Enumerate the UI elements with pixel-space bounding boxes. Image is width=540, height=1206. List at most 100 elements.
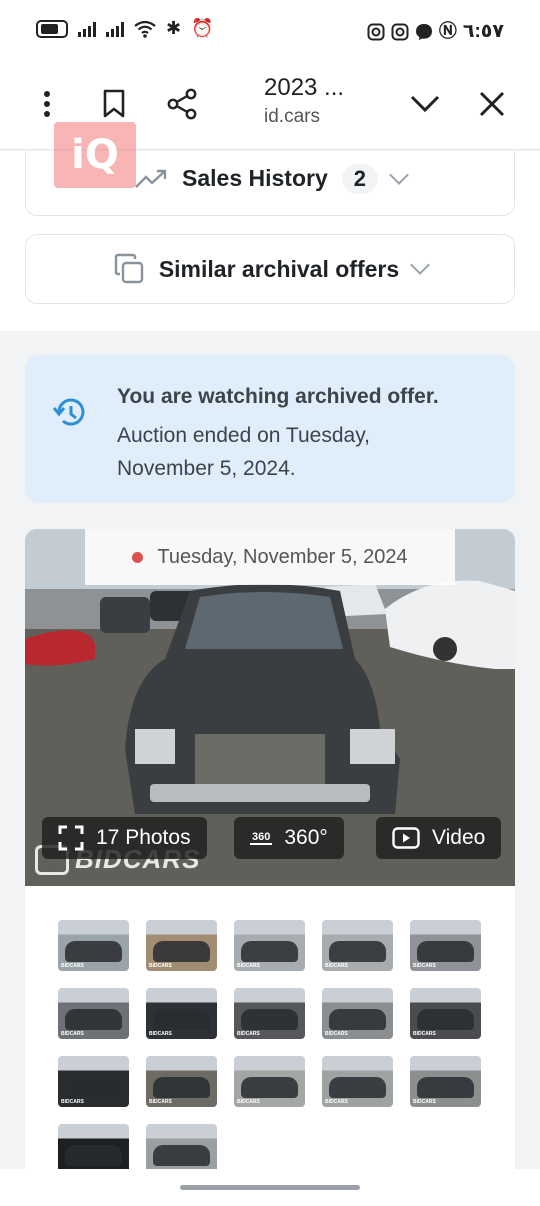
share-button[interactable] bbox=[160, 82, 204, 126]
sales-history-count: 2 bbox=[341, 163, 378, 194]
thumbnail[interactable]: BIDCARS bbox=[322, 920, 393, 971]
trending-up-icon bbox=[135, 169, 167, 188]
battery-icon bbox=[36, 20, 68, 38]
thumbnail-watermark: BIDCARS bbox=[237, 963, 260, 969]
alarm-icon: ⏰ bbox=[191, 18, 214, 39]
archived-offer-notice: You are watching archived offer. Auction… bbox=[25, 355, 515, 503]
thumbnail[interactable]: BIDCARS bbox=[410, 1056, 481, 1107]
thumbnail-image bbox=[417, 1009, 474, 1030]
thumbnail-watermark: BIDCARS bbox=[413, 1099, 436, 1105]
thumbnail[interactable]: BIDCARS bbox=[146, 920, 217, 971]
fullscreen-icon bbox=[58, 825, 84, 851]
system-nav-bar bbox=[0, 1169, 540, 1206]
thumbnail[interactable]: BIDCARS bbox=[58, 988, 129, 1039]
view-360-label: 360° bbox=[284, 826, 328, 849]
thumbnail-image bbox=[153, 1009, 210, 1030]
thumbnail-watermark: BIDCARS bbox=[237, 1099, 260, 1105]
auction-date-banner: Tuesday, November 5, 2024 bbox=[85, 529, 455, 585]
status-bar: ✱ ⏰ Ⓝ ٦:٥٧ bbox=[0, 0, 540, 62]
bookmark-icon bbox=[103, 89, 125, 118]
clock: ٦:٥٧ bbox=[462, 21, 504, 42]
thumbnail-watermark: BIDCARS bbox=[325, 1031, 348, 1037]
thumbnail-image bbox=[329, 941, 386, 962]
thumbnail-watermark: BIDCARS bbox=[413, 1031, 436, 1037]
status-icons-right: Ⓝ ٦:٥٧ bbox=[367, 20, 504, 43]
thumbnail[interactable]: BIDCARS bbox=[410, 988, 481, 1039]
bluetooth-icon: ✱ bbox=[166, 18, 182, 39]
archived-notice-message: Auction ended on Tuesday, November 5, 20… bbox=[117, 424, 370, 480]
thumbnail-image bbox=[417, 941, 474, 962]
thumbnail-watermark: BIDCARS bbox=[149, 963, 172, 969]
wifi-icon bbox=[134, 20, 156, 38]
thumbnail-watermark: BIDCARS bbox=[325, 963, 348, 969]
instagram-icon bbox=[367, 23, 385, 40]
close-icon bbox=[479, 91, 505, 117]
copy-icon bbox=[114, 253, 144, 284]
thumbnail-watermark: BIDCARS bbox=[149, 1031, 172, 1037]
chevron-down-icon bbox=[410, 255, 431, 275]
instagram-icon bbox=[391, 23, 409, 40]
360-icon: 360 bbox=[250, 831, 273, 845]
signal-icon bbox=[78, 21, 96, 37]
home-gesture-handle[interactable] bbox=[180, 1185, 360, 1190]
thumbnail-image bbox=[65, 1145, 122, 1166]
close-button[interactable] bbox=[470, 82, 514, 126]
thumbnail-image bbox=[329, 1009, 386, 1030]
archived-notice-title: You are watching archived offer. bbox=[117, 385, 439, 408]
thumbnail-image bbox=[65, 941, 122, 962]
thumbnail-image bbox=[153, 1145, 210, 1166]
photos-count-label: 17 Photos bbox=[96, 826, 191, 849]
page-content: Sales History 2 Similar archival offers … bbox=[0, 151, 540, 1169]
similar-offers-toggle[interactable]: Similar archival offers bbox=[25, 234, 515, 304]
threads-icon bbox=[415, 23, 432, 40]
signal-icon bbox=[106, 21, 124, 37]
thumbnail-image bbox=[65, 1077, 122, 1098]
thumbnail-watermark: BIDCARS bbox=[237, 1031, 260, 1037]
thumbnail-watermark: BIDCARS bbox=[149, 1099, 172, 1105]
thumbnail-watermark: BIDCARS bbox=[61, 1099, 84, 1105]
thumbnail[interactable]: BIDCARS bbox=[322, 988, 393, 1039]
expand-button[interactable] bbox=[403, 82, 447, 126]
thumbnail-image bbox=[153, 1077, 210, 1098]
thumbnail-grid: BIDCARS BIDCARS BIDCARS BIDCARS BIDCARS BIDCA… bbox=[58, 920, 481, 1169]
thumbnail[interactable]: BIDCARS bbox=[410, 920, 481, 971]
thumbnail[interactable] bbox=[146, 1124, 217, 1169]
photos-button[interactable]: 17 Photos bbox=[42, 817, 207, 859]
thumbnail-watermark: BIDCARS bbox=[325, 1099, 348, 1105]
thumbnail[interactable]: BIDCARS bbox=[58, 920, 129, 971]
thumbnail[interactable]: BIDCARS bbox=[146, 1056, 217, 1107]
status-icons-left: ✱ ⏰ bbox=[36, 20, 214, 38]
thumbnail[interactable]: BIDCARS bbox=[234, 988, 305, 1039]
page-title: 2023 ... bbox=[264, 74, 345, 101]
play-video-icon bbox=[392, 827, 420, 849]
thumbnail[interactable]: BIDCARS bbox=[146, 988, 217, 1039]
app-logo: iQ bbox=[54, 122, 136, 188]
chevron-down-icon bbox=[410, 95, 440, 113]
thumbnail[interactable]: BIDCARS bbox=[58, 1056, 129, 1107]
bookmark-button[interactable] bbox=[92, 82, 136, 126]
thumbnail[interactable]: BIDCARS bbox=[234, 920, 305, 971]
thumbnail-image bbox=[153, 941, 210, 962]
thumbnail[interactable]: BIDCARS bbox=[234, 1056, 305, 1107]
thumbnail-image bbox=[241, 1009, 298, 1030]
nfc-icon: Ⓝ bbox=[438, 20, 457, 42]
thumbnail-watermark: BIDCARS bbox=[413, 963, 436, 969]
more-menu-button[interactable] bbox=[25, 82, 69, 126]
more-vert-icon bbox=[44, 91, 50, 117]
similar-offers-label: Similar archival offers bbox=[158, 255, 400, 282]
thumbnail-image bbox=[65, 1009, 122, 1030]
video-label: Video bbox=[432, 826, 486, 849]
thumbnail-watermark: BIDCARS bbox=[61, 963, 84, 969]
thumbnail[interactable]: BIDCARS bbox=[322, 1056, 393, 1107]
thumbnail-watermark: BIDCARS bbox=[61, 1031, 84, 1037]
page-title-block[interactable]: 2023 ... id.cars bbox=[264, 74, 344, 128]
main-vehicle-photo[interactable]: Tuesday, November 5, 2024 BIDCARS 17 Pho… bbox=[25, 529, 515, 886]
auction-date: Tuesday, November 5, 2024 bbox=[157, 545, 408, 568]
view-360-button[interactable]: 360 360° bbox=[234, 817, 344, 859]
video-button[interactable]: Video bbox=[376, 817, 502, 859]
status-dot bbox=[132, 551, 144, 563]
history-icon bbox=[52, 398, 85, 426]
thumbnail[interactable] bbox=[58, 1124, 129, 1169]
share-icon bbox=[167, 88, 197, 120]
sales-history-label: Sales History bbox=[182, 165, 328, 191]
